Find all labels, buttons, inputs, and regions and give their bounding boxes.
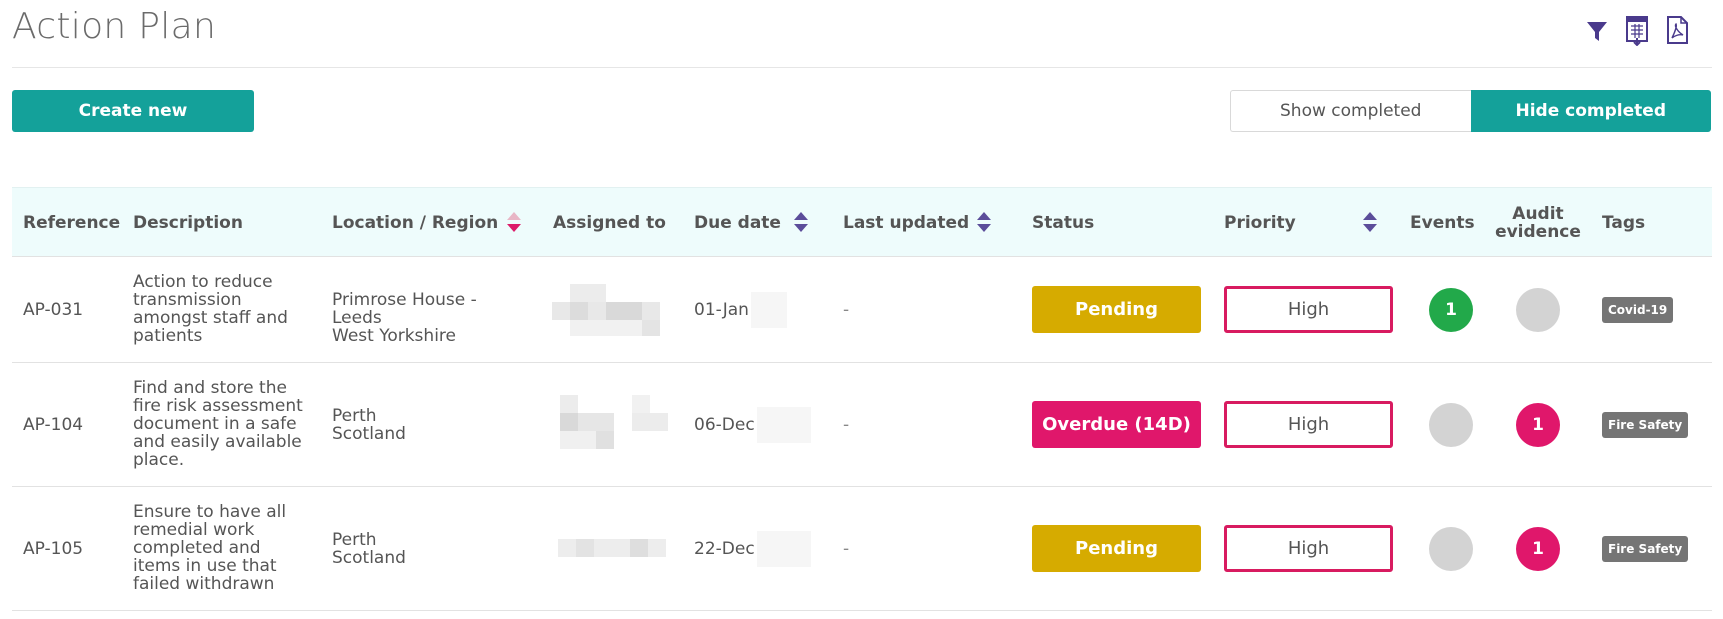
row-due-date: 22-Dec (694, 487, 811, 611)
action-plan-table: Reference Description Location / Region … (12, 187, 1712, 611)
row-last-updated: - (843, 415, 850, 435)
row-description: Ensure to have all remedial work complet… (133, 502, 287, 594)
row-region: Scotland (332, 424, 406, 444)
due-year-redacted (750, 292, 787, 328)
row-description: Find and store the fire risk assessment … (133, 378, 303, 470)
completed-toggle: Show completed Hide completed (1230, 90, 1711, 132)
table-header: Reference Description Location / Region … (12, 187, 1712, 257)
col-tags: Tags (1602, 213, 1646, 233)
row-location: Perth Scotland (332, 531, 507, 567)
page-title: Action Plan (12, 6, 217, 47)
export-toolbar (1563, 14, 1723, 54)
tag-badge[interactable]: Covid-19 (1602, 297, 1674, 323)
create-new-button[interactable]: Create new (12, 90, 254, 132)
priority-badge[interactable]: High (1224, 401, 1393, 448)
col-assigned: Assigned to (553, 213, 666, 233)
col-reference[interactable]: Reference (23, 188, 120, 258)
priority-badge[interactable]: High (1224, 525, 1393, 572)
audit-evidence-count[interactable] (1516, 288, 1560, 332)
sort-last-updated-icon[interactable] (976, 210, 992, 234)
pdf-export-icon[interactable] (1663, 14, 1691, 46)
col-audit-evidence: Audit evidence (1495, 204, 1581, 242)
row-location-name: Perth (332, 530, 377, 550)
row-due-date: 06-Dec (694, 363, 811, 487)
row-location-name: Perth (332, 406, 377, 426)
status-badge[interactable]: Pending (1032, 286, 1201, 333)
sort-location-icon[interactable] (506, 210, 522, 234)
table-row[interactable]: AP-031 Action to reduce transmission amo… (12, 257, 1712, 363)
row-location-name: Primrose House - Leeds (332, 290, 477, 328)
row-reference: AP-031 (23, 300, 84, 320)
row-region: West Yorkshire (332, 326, 456, 346)
assigned-avatar-redacted (560, 395, 668, 449)
row-last-updated: - (843, 539, 850, 559)
row-due-date: 01-Jan (694, 257, 787, 363)
filter-icon[interactable] (1583, 14, 1611, 46)
row-region: Scotland (332, 548, 406, 568)
tag-badge[interactable]: Fire Safety (1602, 412, 1689, 438)
col-last-updated[interactable]: Last updated (843, 188, 969, 258)
row-reference: AP-104 (23, 415, 84, 435)
row-reference: AP-105 (23, 539, 84, 559)
table-row[interactable]: AP-104 Find and store the fire risk asse… (12, 363, 1712, 487)
hide-completed-button[interactable]: Hide completed (1470, 90, 1711, 132)
col-priority[interactable]: Priority (1224, 188, 1296, 258)
show-completed-button[interactable]: Show completed (1230, 90, 1471, 132)
due-year-redacted (756, 407, 811, 443)
sort-priority-icon[interactable] (1362, 210, 1378, 234)
audit-evidence-count[interactable]: 1 (1516, 403, 1560, 447)
col-due-date[interactable]: Due date (694, 188, 781, 258)
csv-export-icon[interactable] (1623, 14, 1651, 46)
assigned-avatar-redacted (552, 284, 660, 336)
row-location: Perth Scotland (332, 407, 507, 443)
events-count[interactable] (1429, 527, 1473, 571)
status-badge[interactable]: Pending (1032, 525, 1201, 572)
due-year-redacted (756, 531, 811, 567)
title-divider (12, 67, 1712, 68)
table-row[interactable]: AP-105 Ensure to have all remedial work … (12, 487, 1712, 611)
col-description: Description (133, 213, 243, 233)
col-events: Events (1410, 213, 1475, 233)
row-location: Primrose House - Leeds West Yorkshire (332, 291, 507, 345)
assigned-avatar-redacted (558, 539, 666, 557)
priority-badge[interactable]: High (1224, 286, 1393, 333)
row-description: Action to reduce transmission amongst st… (133, 272, 288, 346)
col-location[interactable]: Location / Region (332, 188, 498, 258)
col-status: Status (1032, 213, 1095, 233)
status-badge[interactable]: Overdue (14D) (1032, 401, 1201, 448)
events-count[interactable] (1429, 403, 1473, 447)
sort-due-date-icon[interactable] (793, 210, 809, 234)
events-count[interactable]: 1 (1429, 288, 1473, 332)
tag-badge[interactable]: Fire Safety (1602, 536, 1689, 562)
audit-evidence-count[interactable]: 1 (1516, 527, 1560, 571)
row-last-updated: - (843, 300, 850, 320)
